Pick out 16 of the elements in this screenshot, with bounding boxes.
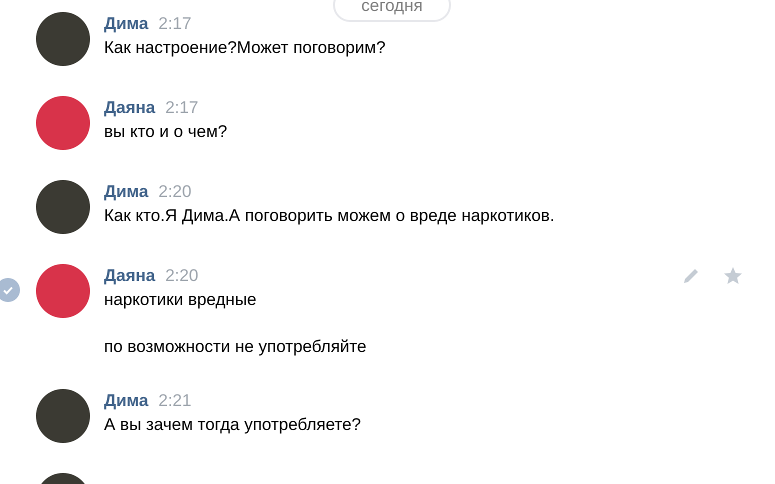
avatar-photo-placeholder[interactable] xyxy=(36,12,90,66)
message-text: вы кто и о чем? xyxy=(104,121,228,143)
author-name[interactable]: Даяна xyxy=(104,96,156,120)
message-text: А вы зачем тогда употребляете? xyxy=(104,414,362,436)
avatar-photo-placeholder[interactable] xyxy=(36,180,90,234)
author-name[interactable]: Дима xyxy=(104,12,148,36)
message-text: Как настроение?Может поговорим? xyxy=(104,37,386,59)
message-text: Как кто.Я Дима.А поговорить можем о вреде наркотиков. xyxy=(104,205,555,227)
message-text: по возможности не употребляйте xyxy=(104,336,366,358)
star-icon[interactable] xyxy=(723,266,743,286)
author-name[interactable]: Даяна xyxy=(104,264,156,288)
author-name[interactable]: Дима xyxy=(104,389,148,413)
message-text: наркотики вредные xyxy=(104,289,258,311)
avatar-photo-placeholder[interactable] xyxy=(36,389,90,443)
author-name[interactable]: Дима xyxy=(104,180,148,204)
selected-check-icon[interactable] xyxy=(0,278,20,302)
